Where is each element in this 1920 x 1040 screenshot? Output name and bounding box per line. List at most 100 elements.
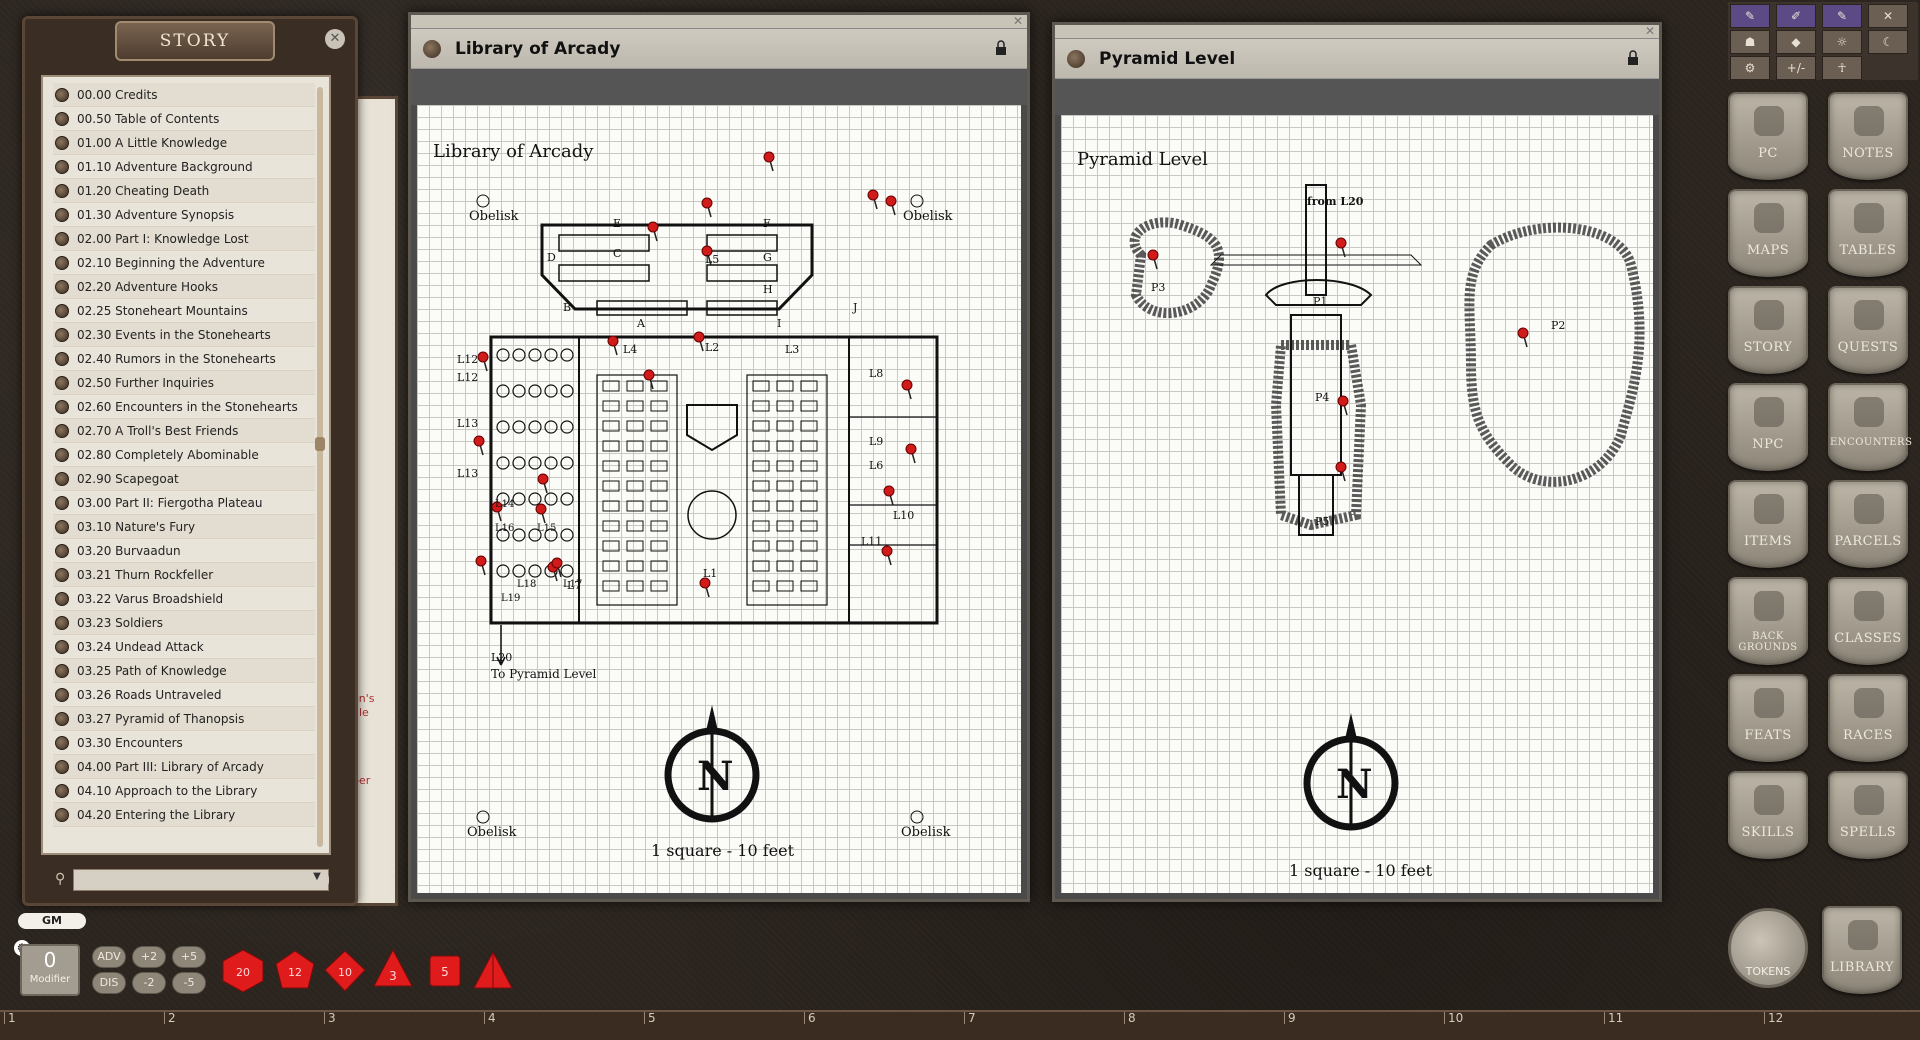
map-pin-icon[interactable] [883,485,895,497]
map-pin-icon[interactable] [901,379,913,391]
plus-2-button[interactable]: +2 [132,946,166,968]
scrollbar[interactable] [315,87,325,847]
close-icon[interactable]: ✕ [325,29,345,49]
record-link-icon[interactable] [55,183,69,198]
list-item[interactable]: 02.40 Rumors in the Stonehearts [53,347,315,371]
tokens-button[interactable]: TOKENS [1728,908,1808,988]
map-pin-icon[interactable] [867,189,879,201]
map-pin-icon[interactable] [885,195,897,207]
sidebar-button-back-grounds[interactable]: BACK GROUNDS [1728,577,1808,665]
list-item[interactable]: 01.00 A Little Knowledge [53,131,315,155]
d4-die-icon[interactable] [470,948,516,994]
map-pin-icon[interactable] [537,473,549,485]
dis-button[interactable]: DIS [92,972,126,994]
list-item[interactable]: 02.10 Beginning the Adventure [53,251,315,275]
lock-icon[interactable] [1627,50,1639,66]
record-link-icon[interactable] [55,759,69,774]
sidebar-button-encounters[interactable]: ENCOUNTERS [1828,383,1912,471]
record-link-icon[interactable] [55,543,69,558]
list-item[interactable]: 03.21 Thurn Rockfeller [53,563,315,587]
record-link-icon[interactable] [55,303,69,318]
map-pin-icon[interactable] [647,221,659,233]
record-link-icon[interactable] [55,375,69,390]
party-icon[interactable]: ☗ [1730,30,1770,54]
record-link-icon[interactable] [1067,49,1085,68]
close-icon[interactable]: ✕ [1645,24,1655,38]
map-pin-icon[interactable] [1517,327,1529,339]
window-drag-bar[interactable]: ✕ [1055,24,1659,39]
list-item[interactable]: 03.26 Roads Untraveled [53,683,315,707]
record-link-icon[interactable] [55,783,69,798]
list-item[interactable]: 04.00 Part III: Library of Arcady [53,755,315,779]
list-item[interactable]: 02.00 Part I: Knowledge Lost [53,227,315,251]
map-pin-icon[interactable] [535,503,547,515]
record-link-icon[interactable] [55,687,69,702]
list-item[interactable]: 04.20 Entering the Library [53,803,315,827]
list-item[interactable]: 02.50 Further Inquiries [53,371,315,395]
character-icon[interactable]: ☥ [1822,56,1862,80]
list-item[interactable]: 01.20 Cheating Death [53,179,315,203]
list-item[interactable]: 03.24 Undead Attack [53,635,315,659]
time-icon[interactable]: ☾ [1868,30,1908,54]
list-item[interactable]: 01.30 Adventure Synopsis [53,203,315,227]
record-link-icon[interactable] [55,423,69,438]
map-pin-icon[interactable] [763,151,775,163]
pen-tool-icon[interactable]: ✐ [1776,4,1816,28]
map-pin-icon[interactable] [475,555,487,567]
d8-die-icon[interactable]: 3 [370,948,416,994]
record-link-icon[interactable] [55,231,69,246]
record-link-icon[interactable] [55,111,69,126]
list-item[interactable]: 00.50 Table of Contents [53,107,315,131]
library-button[interactable]: LIBRARY [1822,906,1902,994]
map-pin-icon[interactable] [643,369,655,381]
map-pin-icon[interactable] [693,331,705,343]
record-link-icon[interactable] [423,39,441,58]
record-link-icon[interactable] [55,159,69,174]
list-item[interactable]: 02.30 Events in the Stonehearts [53,323,315,347]
list-item[interactable]: 03.27 Pyramid of Thanopsis [53,707,315,731]
map-image[interactable]: Pyramid Level from L20 1 square - 10 fee… [1061,115,1653,893]
record-link-icon[interactable] [55,519,69,534]
map-pin-icon[interactable] [881,545,893,557]
sidebar-button-tables[interactable]: TABLES [1828,189,1908,277]
scrollbar-thumb[interactable] [315,437,325,451]
minus-5-button[interactable]: -5 [172,972,206,994]
list-item[interactable]: 03.22 Varus Broadshield [53,587,315,611]
d20-die-icon[interactable]: 20 [220,948,266,994]
sidebar-button-quests[interactable]: QUESTS [1828,286,1908,374]
story-search-input[interactable] [73,869,329,891]
map-pin-icon[interactable] [1147,249,1159,261]
adv-button[interactable]: ADV [92,946,126,968]
record-link-icon[interactable] [55,399,69,414]
window-drag-bar[interactable]: ✕ [411,14,1027,29]
dice-tower-icon[interactable]: ◆ [1776,30,1816,54]
record-link-icon[interactable] [55,807,69,822]
list-item[interactable]: 02.20 Adventure Hooks [53,275,315,299]
d6-die-icon[interactable]: 5 [422,948,468,994]
record-link-icon[interactable] [55,471,69,486]
sidebar-button-races[interactable]: RACES [1828,674,1908,762]
record-link-icon[interactable] [55,135,69,150]
record-link-icon[interactable] [55,639,69,654]
list-item[interactable]: 02.70 A Troll's Best Friends [53,419,315,443]
record-link-icon[interactable] [55,663,69,678]
list-item[interactable]: 03.30 Encounters [53,731,315,755]
sidebar-button-spells[interactable]: SPELLS [1828,771,1908,859]
record-link-icon[interactable] [55,615,69,630]
sidebar-button-notes[interactable]: NOTES [1828,92,1908,180]
lighting-icon[interactable]: ☼ [1822,30,1862,54]
record-link-icon[interactable] [55,87,69,102]
map-pin-icon[interactable] [1337,395,1349,407]
record-link-icon[interactable] [55,327,69,342]
sidebar-button-parcels[interactable]: PARCELS [1828,480,1908,568]
list-item[interactable]: 03.23 Soldiers [53,611,315,635]
map-pin-icon[interactable] [905,443,917,455]
d12-die-icon[interactable]: 12 [272,948,318,994]
record-link-icon[interactable] [55,279,69,294]
close-icon[interactable]: ✕ [1013,14,1023,28]
map-pin-icon[interactable] [607,335,619,347]
record-link-icon[interactable] [55,567,69,582]
list-item[interactable]: 04.10 Approach to the Library [53,779,315,803]
map-pin-icon[interactable] [701,197,713,209]
map-pin-icon[interactable] [1335,237,1347,249]
